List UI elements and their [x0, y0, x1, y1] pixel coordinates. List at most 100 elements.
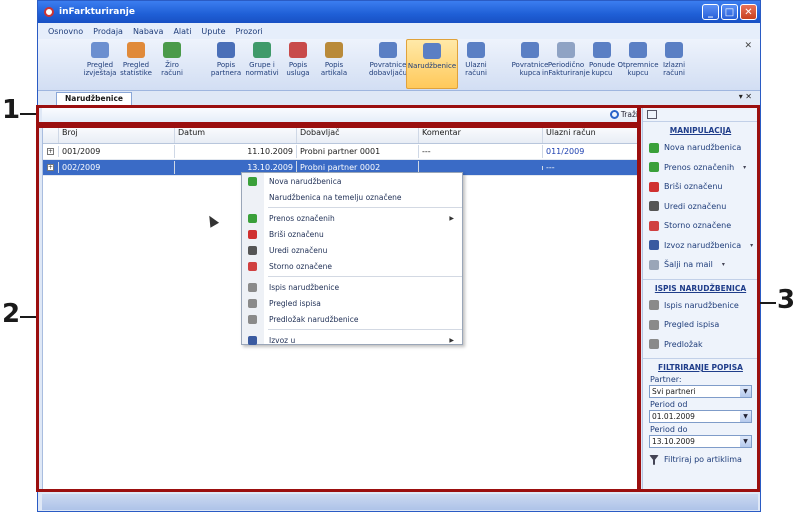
expand-icon[interactable]: + [47, 148, 54, 155]
ribbon-button-1[interactable]: Pregled statistike [118, 39, 154, 89]
table-row[interactable]: + 001/2009 11.10.2009 Probni partner 000… [43, 144, 639, 160]
menu-osnovno[interactable]: Osnovno [48, 27, 83, 36]
panel-action[interactable]: Nova narudžbenica [643, 138, 758, 158]
col-datum[interactable]: Datum [175, 126, 297, 143]
ribbon-button-11[interactable]: Periodično inFakturiranje [542, 39, 590, 89]
panel-action[interactable]: Izvoz narudžbenica ▾ [643, 236, 758, 256]
minimize-button[interactable]: _ [702, 4, 719, 20]
report-icon [91, 42, 109, 58]
ribbon-button-7[interactable]: Povratnice dobavljaču [369, 39, 407, 89]
panel-action-label: Pregled ispisa [664, 320, 720, 330]
ribbon-button-label: Ponude kupcu [589, 61, 615, 77]
context-menu-item[interactable]: Pregled ispisa [242, 295, 462, 311]
ribbon-button-5[interactable]: Popis usluga [280, 39, 316, 89]
panel-action-label: Predložak [664, 339, 703, 349]
context-menu-label: Storno označene [269, 261, 332, 271]
ribbon-button-9[interactable]: Ulazni računi [458, 39, 494, 89]
chevron-down-icon[interactable]: ▼ [740, 386, 751, 397]
context-menu-label: Uredi označenu [269, 245, 328, 255]
context-menu-item[interactable]: Uredi označenu [242, 242, 462, 258]
annotation-label-2: 2 [2, 299, 21, 329]
manipulation-title: MANIPULACIJA [669, 126, 732, 135]
cell-ulazni-racun[interactable]: 011/2009 [543, 145, 625, 158]
close-button[interactable]: ✕ [740, 4, 757, 20]
menu-prodaja[interactable]: Prodaja [93, 27, 123, 36]
context-menu-item[interactable]: Prenos označenih ▶ [242, 210, 462, 226]
annotation-arrow-3 [760, 302, 776, 304]
ribbon-button-13[interactable]: Otpremnice kupcu [617, 39, 659, 89]
cell-dobavljac: Probni partner 0001 [297, 145, 419, 158]
ribbon-button-6[interactable]: Popis artikala [316, 39, 352, 89]
panel-action[interactable]: Pregled ispisa [643, 315, 758, 335]
edit-icon [248, 245, 257, 255]
context-menu-item[interactable]: Ispis narudžbenice [242, 279, 462, 295]
chevron-down-icon[interactable]: ▼ [740, 411, 751, 422]
transfer-icon [248, 213, 257, 223]
ribbon-button-2[interactable]: Žiro računi [154, 39, 190, 89]
ribbon-button-label: Pregled izvještaja [83, 61, 117, 77]
filter-by-items-label: Filtriraj po artiklima [664, 455, 742, 465]
col-ulazni-racun[interactable]: Ulazni račun [543, 126, 625, 143]
panel-action[interactable]: Ispis narudžbenice [643, 296, 758, 316]
col-dobavljac[interactable]: Dobavljač [297, 126, 419, 143]
preview-icon [649, 319, 659, 330]
maximize-button[interactable]: □ [721, 4, 738, 20]
ribbon-button-label: Otpremnice kupcu [617, 61, 659, 77]
panel-action[interactable]: Briši označenu [643, 177, 758, 197]
menu-alati[interactable]: Alati [173, 27, 191, 36]
offer-icon [593, 42, 611, 58]
panel-action[interactable]: Uredi označenu [643, 197, 758, 217]
expand-icon[interactable]: + [47, 164, 54, 171]
col-komentar[interactable]: Komentar [419, 126, 543, 143]
chevron-down-icon[interactable]: ▾ [750, 242, 753, 249]
panel-action[interactable]: Storno označene [643, 216, 758, 236]
ribbon-button-0[interactable]: Pregled izvještaja [82, 39, 118, 89]
panel-action[interactable]: Šalji na mail ▾ [643, 255, 758, 275]
context-menu-item[interactable]: Nova narudžbenica [242, 173, 462, 189]
context-menu-item[interactable]: Predložak narudžbenice [242, 311, 462, 327]
tab-controls[interactable]: ▾ ✕ [739, 92, 752, 101]
ribbon-button-14[interactable]: Izlazni računi [656, 39, 692, 89]
context-menu-label: Izvoz u [269, 335, 296, 345]
chevron-down-icon[interactable]: ▾ [743, 164, 746, 171]
ribbon-button-8[interactable]: Narudžbenice [406, 39, 458, 89]
period-from-value: 01.01.2009 [652, 412, 695, 421]
panel-action-label: Prenos označenih [664, 162, 735, 172]
menu-upute[interactable]: Upute [201, 27, 225, 36]
menu-nabava[interactable]: Nabava [133, 27, 164, 36]
context-menu-item[interactable]: Narudžbenica na temelju označene [242, 189, 462, 205]
col-broj[interactable]: Broj [59, 126, 175, 143]
groups-icon [253, 42, 271, 58]
panel-action[interactable]: Predložak [643, 335, 758, 355]
ribbon-button-4[interactable]: Grupe i normativi [244, 39, 280, 89]
search-button[interactable]: Traži [609, 110, 638, 119]
ribbon-button-label: Pregled statistike [120, 61, 152, 77]
bank-icon [163, 42, 181, 58]
ribbon-button-label: Periodično inFakturiranje [542, 61, 590, 77]
context-menu-item[interactable]: Briši označenu [242, 226, 462, 242]
ribbon-button-12[interactable]: Ponude kupcu [584, 39, 620, 89]
ribbon-close-icon[interactable]: ✕ [744, 41, 752, 51]
panel-action[interactable]: Prenos označenih ▾ [643, 158, 758, 178]
cell-broj: 002/2009 [59, 161, 175, 174]
chevron-down-icon[interactable]: ▼ [740, 436, 751, 447]
menu-prozori[interactable]: Prozori [235, 27, 262, 36]
period-to-field[interactable]: 13.10.2009 ▼ [649, 435, 752, 448]
submenu-arrow-icon: ▶ [449, 336, 454, 344]
print-title: ISPIS NARUDŽBENICA [654, 283, 747, 293]
context-menu-item[interactable]: Storno označene [242, 258, 462, 274]
context-menu-item[interactable]: Izvoz u ▶ [242, 332, 462, 348]
ribbon-button-label: Popis partnera [210, 61, 242, 77]
partner-select[interactable]: Svi partneri ▼ [649, 385, 752, 398]
template-icon [248, 314, 257, 324]
ribbon-button-3[interactable]: Popis partnera [208, 39, 244, 89]
period-from-field[interactable]: 01.01.2009 ▼ [649, 410, 752, 423]
filter-by-items-button[interactable]: Filtriraj po artiklima [643, 450, 758, 470]
search-label: Traži [620, 110, 638, 119]
title-bar[interactable]: inFarkturiranje _ □ ✕ [38, 1, 760, 23]
chevron-down-icon[interactable]: ▾ [722, 261, 725, 268]
tab-narudzbenice[interactable]: Narudžbenice [56, 92, 133, 105]
panel-toggle-icon[interactable] [647, 110, 657, 119]
annotation-arrow-1 [20, 113, 36, 115]
annotation-label-1: 1 [2, 95, 21, 125]
